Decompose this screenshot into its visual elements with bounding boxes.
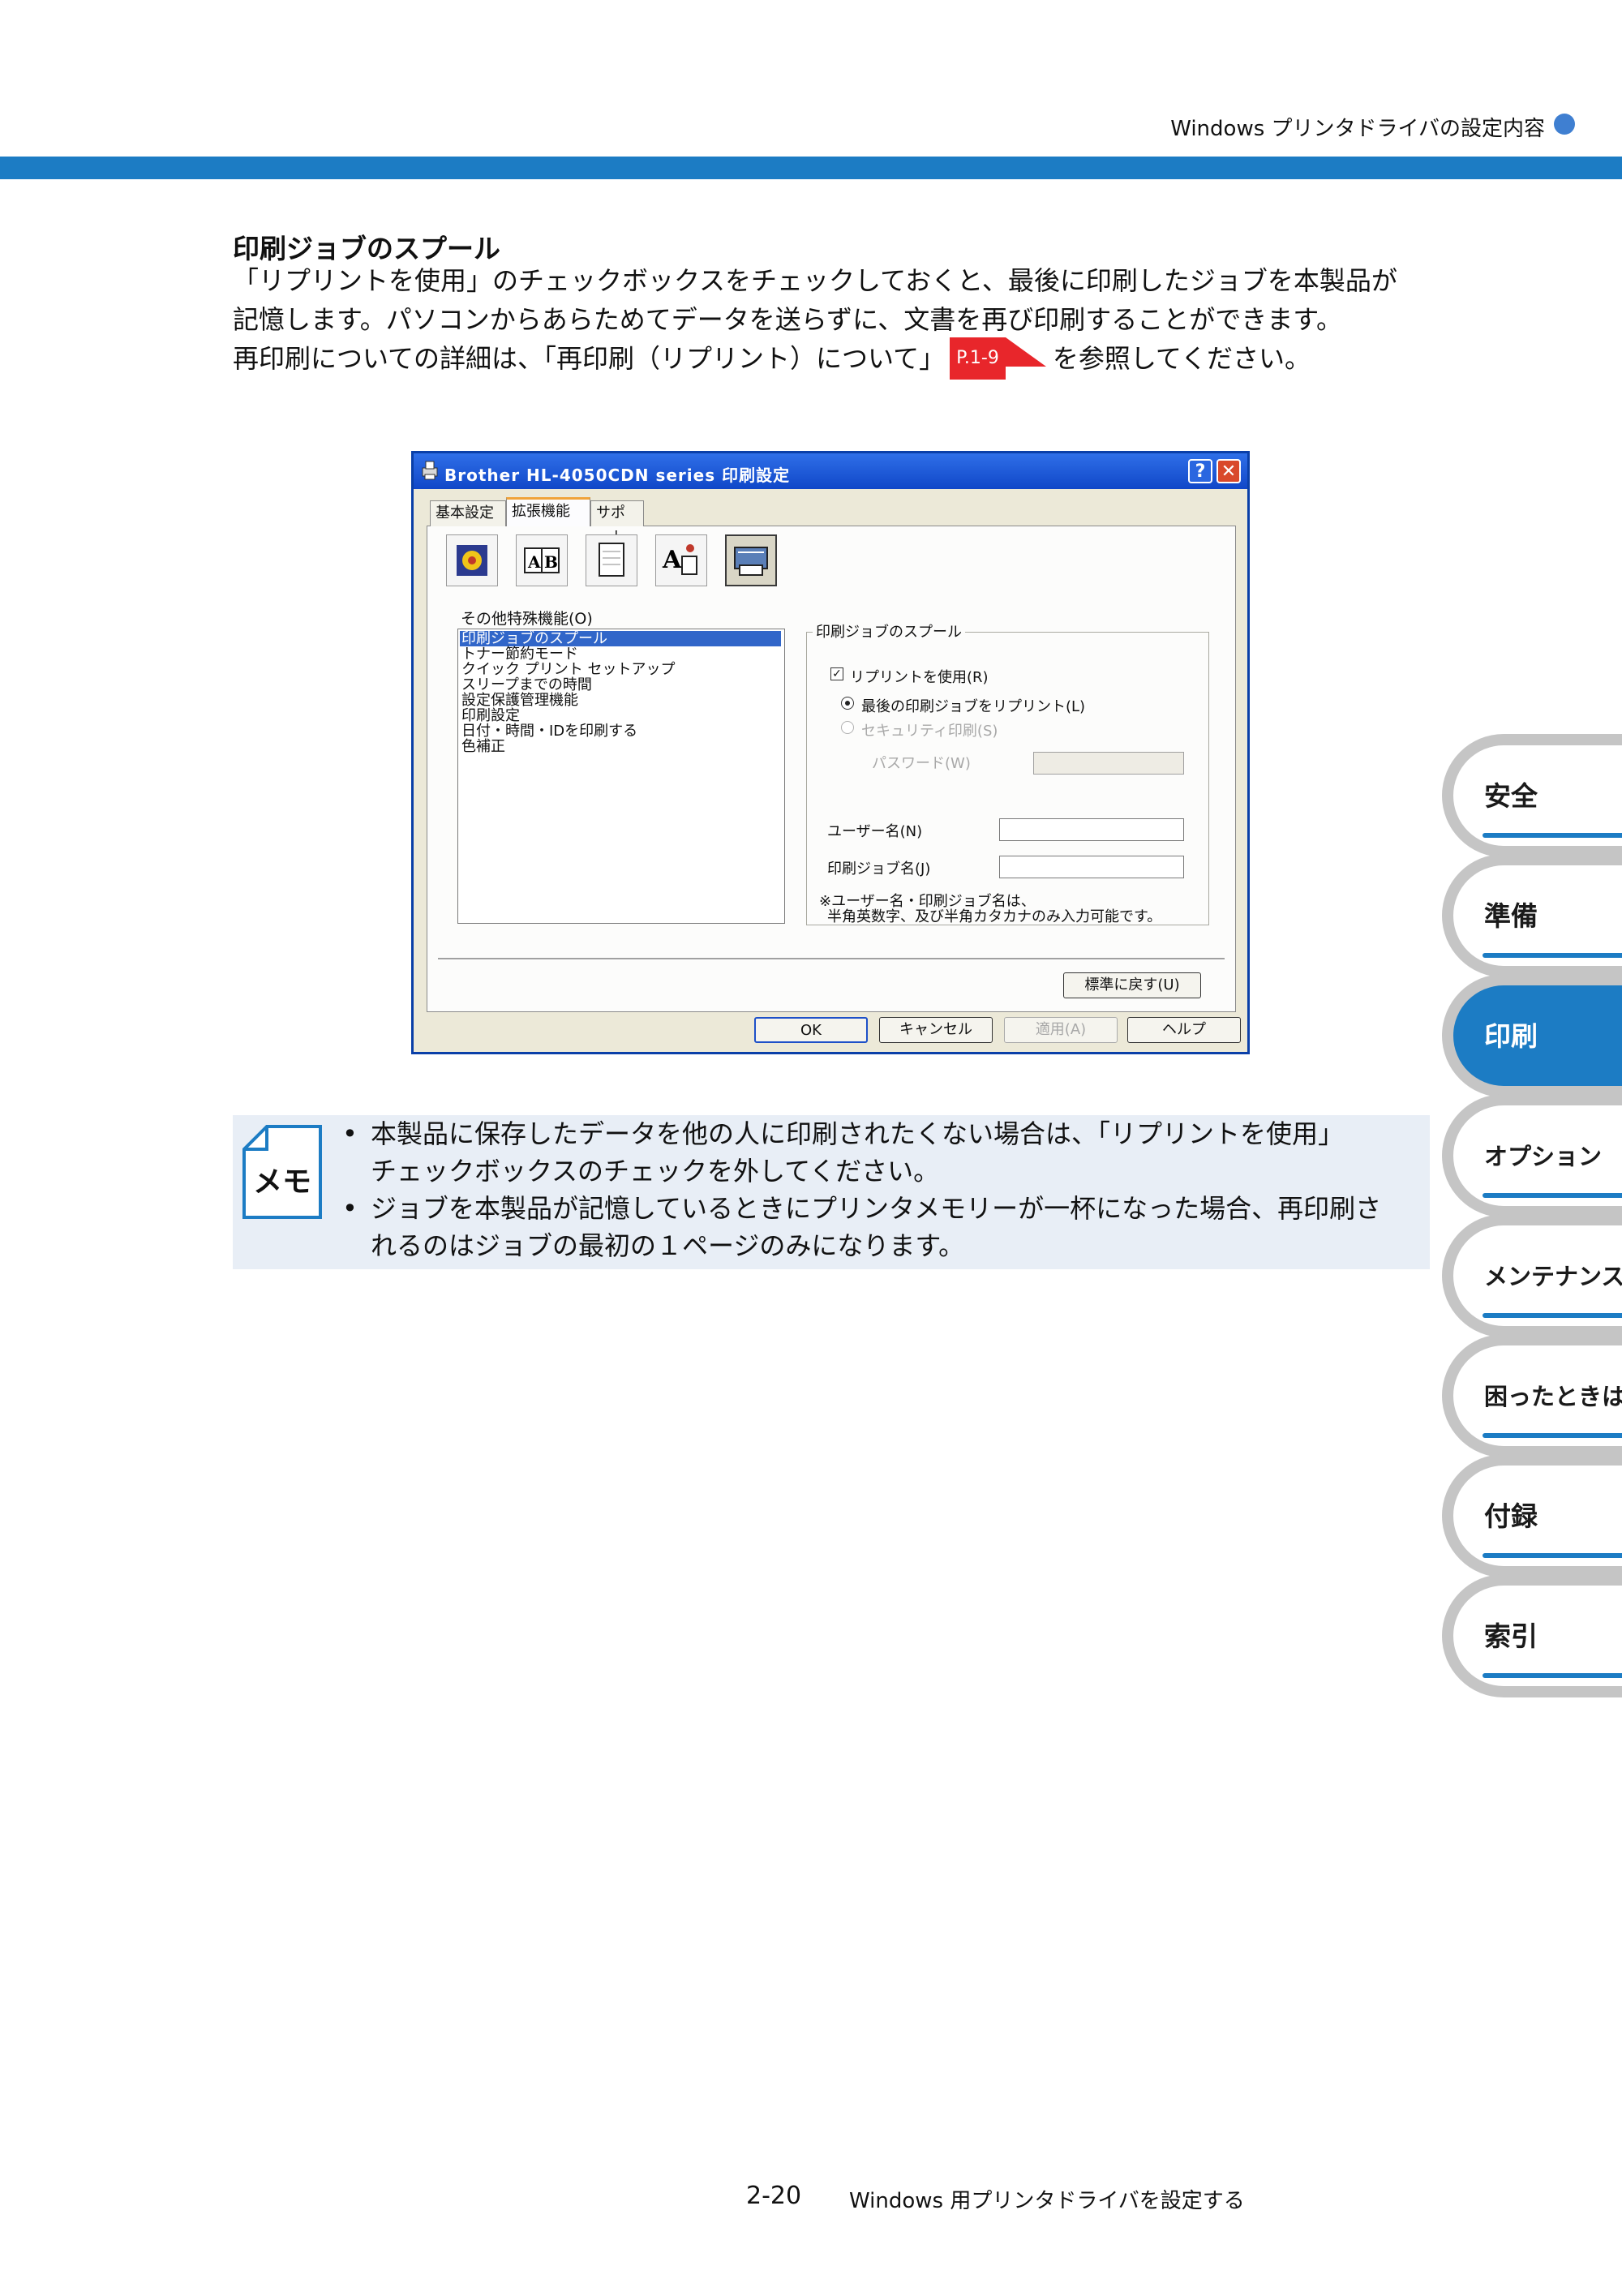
ok-button[interactable]: OK: [754, 1017, 868, 1043]
side-tab-options[interactable]: オプション: [1442, 1094, 1622, 1217]
memo-b2-line1: ジョブを本製品が記憶しているときにプリンタメモリーが一杯になった場合、再印刷さ: [371, 1193, 1382, 1224]
svg-text:A: A: [527, 552, 541, 572]
titlebar-help-button[interactable]: ?: [1188, 459, 1212, 483]
jobname-label: 印刷ジョブ名(J): [827, 860, 931, 878]
use-reprint-label: リプリントを使用(R): [850, 669, 989, 686]
side-tab-maintenance[interactable]: メンテナンス: [1442, 1214, 1622, 1337]
print-settings-dialog: Brother HL-4050CDN series 印刷設定 ? ✕ 基本設定 …: [411, 451, 1250, 1054]
tab-basic-settings[interactable]: 基本設定: [430, 500, 506, 526]
dialog-separator: [438, 958, 1225, 960]
ab-scaling-icon[interactable]: A B: [516, 534, 568, 586]
side-tab-appendix[interactable]: 付録: [1442, 1454, 1622, 1577]
dialog-titlebar[interactable]: Brother HL-4050CDN series 印刷設定 ? ✕: [414, 453, 1247, 489]
list-item-print-settings[interactable]: 印刷設定: [460, 708, 781, 723]
use-reprint-checkbox[interactable]: ✓: [830, 667, 843, 680]
memo-b1-line1: 本製品に保存したデータを他の人に印刷されたくない場合は、「リプリントを使用」: [371, 1118, 1345, 1149]
svg-text:B: B: [544, 552, 558, 572]
apply-button[interactable]: 適用(A): [1004, 1017, 1118, 1043]
section-title: 印刷ジョブのスプール: [233, 233, 500, 264]
list-item-color-calibration[interactable]: 色補正: [460, 739, 781, 754]
memo-b2-line2: れるのはジョブの最初の１ページのみになります。: [371, 1230, 965, 1261]
memo-icon-label: メモ: [253, 1165, 311, 1199]
body-line-2: 記憶します。パソコンからあらためてデータを送らずに、文書を再び印刷することができ…: [233, 304, 1343, 335]
list-item-sleep-time[interactable]: スリープまでの時間: [460, 677, 781, 693]
memo-bullet-2: •: [342, 1193, 358, 1224]
page-reference-link[interactable]: P.1-9: [950, 337, 1046, 380]
note-line-2: 半角英数字、及び半角カタカナのみ入力可能です。: [827, 908, 1162, 925]
other-features-icon[interactable]: [725, 534, 777, 586]
radio-secure-print[interactable]: [841, 721, 854, 734]
font-icon[interactable]: A: [655, 534, 707, 586]
jobname-input[interactable]: [999, 856, 1184, 878]
radio-last-job[interactable]: [841, 697, 854, 710]
memo-bullet-1: •: [342, 1118, 358, 1149]
dialog-title: Brother HL-4050CDN series 印刷設定: [444, 466, 791, 485]
radio-last-job-label: 最後の印刷ジョブをリプリント(L): [861, 698, 1086, 715]
header-dot-icon: [1554, 114, 1575, 135]
side-tab-troubleshooting[interactable]: 困ったときは: [1442, 1334, 1622, 1457]
restore-defaults-button[interactable]: 標準に戻す(U): [1063, 972, 1201, 998]
list-item-job-spooling[interactable]: 印刷ジョブのスプール: [460, 631, 781, 646]
running-header: Windows プリンタドライバの設定内容: [1170, 117, 1545, 141]
side-tab-printing[interactable]: 印刷: [1442, 974, 1622, 1097]
group-title: 印刷ジョブのスプール: [813, 620, 965, 642]
body-line-3: 再印刷についての詳細は、「再印刷（リプリント）について」 P.1-9 を参照してくだ…: [233, 337, 1311, 381]
header-bar: [0, 157, 1622, 179]
tab-support[interactable]: サポート: [590, 500, 644, 546]
printer-icon: [422, 461, 438, 480]
svg-text:A: A: [662, 546, 682, 574]
side-tab-index[interactable]: 索引: [1442, 1574, 1622, 1697]
list-item-quick-setup[interactable]: クイック プリント セットアップ: [460, 662, 781, 677]
username-label: ユーザー名(N): [827, 823, 923, 840]
password-label: パスワード(W): [872, 755, 971, 772]
body-line-3-pre: 再印刷についての詳細は、「再印刷（リプリント）について」: [233, 343, 946, 374]
help-button[interactable]: ヘルプ: [1127, 1017, 1241, 1043]
side-tab-preparation[interactable]: 準備: [1442, 854, 1622, 977]
side-tab-safety[interactable]: 安全: [1442, 734, 1622, 857]
memo-b1-line2: チェックボックスのチェックを外してください。: [371, 1156, 940, 1187]
feature-list-label: その他特殊機能(O): [461, 610, 593, 628]
memo-box: メモ • 本製品に保存したデータを他の人に印刷されたくない場合は、「リプリントを…: [233, 1115, 1430, 1269]
feature-listbox[interactable]: 印刷ジョブのスプール トナー節約モード クイック プリント セットアップ スリー…: [457, 629, 785, 924]
radio-secure-label: セキュリティ印刷(S): [861, 723, 998, 740]
cancel-button[interactable]: キャンセル: [879, 1017, 993, 1043]
list-item-admin-lock[interactable]: 設定保護管理機能: [460, 693, 781, 708]
page-number: 2-20: [746, 2182, 802, 2210]
tab-advanced-features[interactable]: 拡張機能: [506, 497, 590, 526]
titlebar-close-button[interactable]: ✕: [1216, 459, 1241, 483]
memo-icon: メモ: [242, 1125, 322, 1219]
body-line-1: 「リプリントを使用」のチェックボックスをチェックしておくと、最後に印刷したジョブ…: [233, 265, 1397, 296]
username-input[interactable]: [999, 818, 1184, 841]
list-item-toner-save[interactable]: トナー節約モード: [460, 646, 781, 662]
list-item-print-date-id[interactable]: 日付・時間・IDを印刷する: [460, 723, 781, 739]
color-icon[interactable]: [446, 534, 498, 586]
password-input[interactable]: [1033, 752, 1184, 775]
copy-watermark-icon[interactable]: [586, 534, 637, 586]
footer-title: Windows 用プリンタドライバを設定する: [849, 2189, 1245, 2213]
body-line-3-post: を参照してください。: [1052, 343, 1311, 374]
